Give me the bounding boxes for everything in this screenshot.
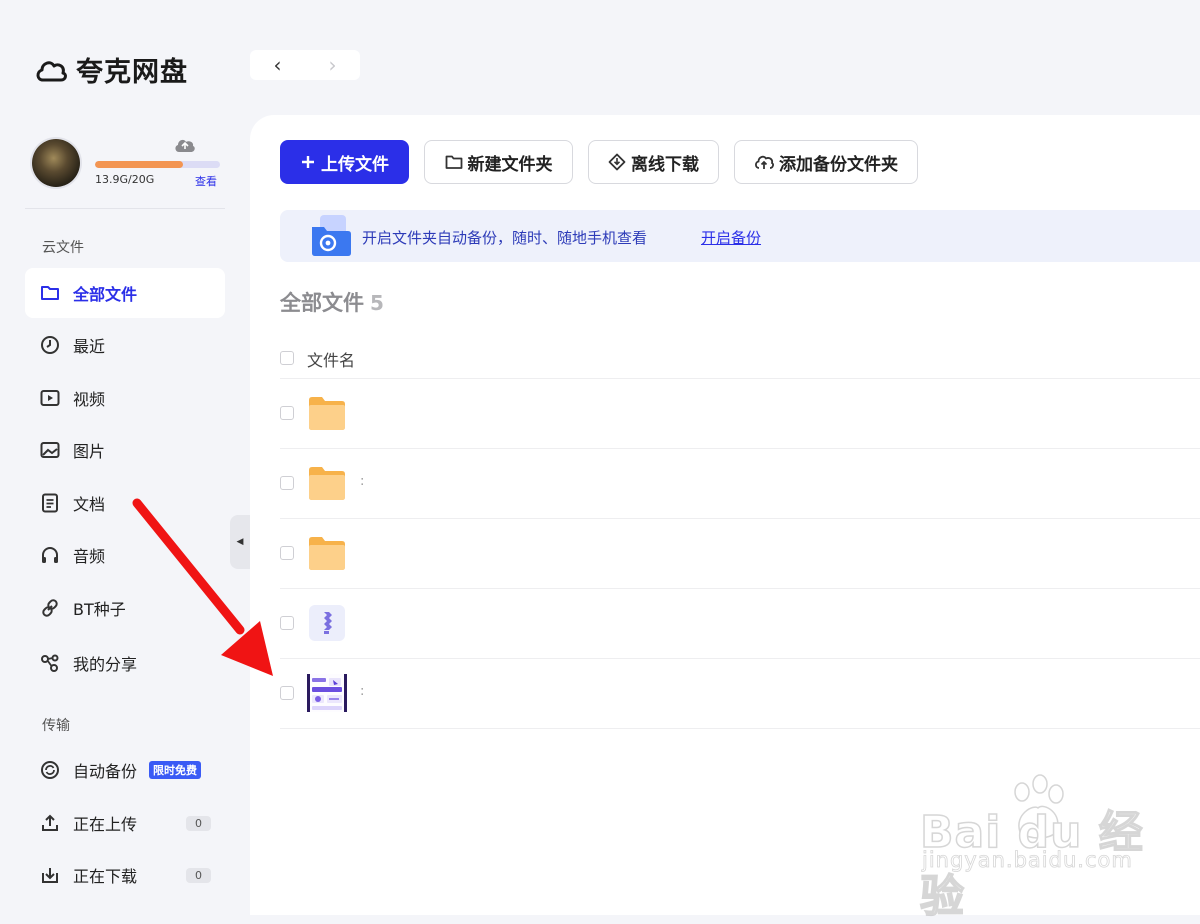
offline-download-button[interactable]: 离线下载 <box>588 140 719 184</box>
banner-text: 开启文件夹自动备份，随时、随地手机查看 <box>362 229 648 247</box>
select-all-checkbox[interactable] <box>280 351 294 365</box>
backup-promo-banner: 开启文件夹自动备份，随时、随地手机查看 开启备份 <box>280 210 1200 262</box>
forward-arrow-icon[interactable]: › <box>305 50 360 80</box>
plus-icon <box>300 154 316 170</box>
page-title: 全部文件 5 <box>280 287 384 317</box>
sidebar-item-label: 正在下载 <box>73 867 138 886</box>
sidebar-item-downloading[interactable]: 正在下载 0 <box>25 850 225 900</box>
document-icon <box>39 492 61 514</box>
user-avatar[interactable] <box>32 139 80 187</box>
sidebar-item-video[interactable]: 视频 <box>25 373 225 423</box>
folder-icon <box>445 154 463 170</box>
headphones-icon <box>39 544 61 566</box>
row-checkbox[interactable] <box>280 476 294 490</box>
sidebar-item-label: BT种子 <box>73 600 126 619</box>
storage-view-link[interactable]: 查看 <box>195 173 217 189</box>
new-folder-button[interactable]: 新建文件夹 <box>424 140 573 184</box>
cloud-upload-icon <box>754 153 774 171</box>
storage-progress-fill <box>95 161 183 168</box>
sidebar-item-recent[interactable]: 最近 <box>25 320 225 370</box>
table-row[interactable]: : <box>280 448 1200 519</box>
share-icon <box>39 652 61 674</box>
upload-icon <box>39 812 61 834</box>
upload-count-badge: 0 <box>186 815 211 831</box>
section-label-cloud: 云文件 <box>42 240 84 256</box>
section-label-transfer: 传输 <box>42 718 70 734</box>
row-checkbox[interactable] <box>280 686 294 700</box>
offline-download-button-label: 离线下载 <box>631 154 699 175</box>
app-logo: 夸克网盘 <box>34 50 188 89</box>
cloud-storage-icon <box>175 139 195 152</box>
add-backup-folder-button[interactable]: 添加备份文件夹 <box>734 140 918 184</box>
sidebar-item-bt[interactable]: BT种子 <box>25 583 225 633</box>
image-icon <box>39 439 61 461</box>
sidebar-item-images[interactable]: 图片 <box>25 425 225 475</box>
table-row[interactable] <box>280 518 1200 589</box>
sidebar-item-label: 音频 <box>73 547 106 566</box>
folder-icon <box>309 397 345 430</box>
file-count: 5 <box>370 291 384 315</box>
app-title: 夸克网盘 <box>76 57 188 88</box>
enable-backup-link[interactable]: 开启备份 <box>701 227 761 248</box>
baidu-jingyan-watermark: Bai du 经验 jingyan.baidu.com <box>919 772 1160 923</box>
sidebar-item-my-shares[interactable]: 我的分享 <box>25 638 225 688</box>
sidebar-item-uploading[interactable]: 正在上传 0 <box>25 798 225 848</box>
download-icon <box>39 864 61 886</box>
table-header: 文件名 <box>280 345 1200 379</box>
sidebar-item-label: 文档 <box>73 495 106 514</box>
column-header-filename[interactable]: 文件名 <box>307 347 355 371</box>
add-backup-folder-button-label: 添加备份文件夹 <box>779 154 898 175</box>
storage-progress-bar <box>95 161 220 168</box>
page-title-text: 全部文件 <box>280 291 364 315</box>
sidebar-item-label: 自动备份 <box>73 762 138 781</box>
folder-icon <box>309 537 345 570</box>
sync-icon <box>39 759 61 781</box>
sidebar-item-label: 最近 <box>73 337 106 356</box>
cloud-logo-icon <box>36 60 67 81</box>
caret-left-icon: ◀ <box>236 537 244 547</box>
row-checkbox[interactable] <box>280 616 294 630</box>
image-thumbnail <box>307 674 347 712</box>
row-checkbox[interactable] <box>280 406 294 420</box>
sidebar-item-documents[interactable]: 文档 <box>25 478 225 528</box>
back-arrow-icon[interactable]: ‹ <box>250 50 305 80</box>
sidebar-divider <box>25 208 225 209</box>
folder-icon <box>39 282 61 304</box>
offline-download-icon <box>608 153 626 171</box>
sidebar-item-all-files[interactable]: 全部文件 <box>25 268 225 318</box>
file-name[interactable]: : <box>360 474 364 489</box>
new-folder-button-label: 新建文件夹 <box>467 154 553 175</box>
sidebar-item-audio[interactable]: 音频 <box>25 530 225 580</box>
file-name[interactable]: : <box>360 684 364 699</box>
video-icon <box>39 387 61 409</box>
table-row[interactable] <box>280 378 1200 449</box>
clock-icon <box>39 334 61 356</box>
link-icon <box>39 597 61 619</box>
sidebar-item-label: 视频 <box>73 390 106 409</box>
folder-icon <box>309 467 345 500</box>
sidebar-collapse-toggle[interactable]: ◀ <box>230 515 250 569</box>
history-nav: ‹ › <box>250 50 360 80</box>
table-row[interactable] <box>280 588 1200 659</box>
download-count-badge: 0 <box>186 867 211 883</box>
sidebar-item-auto-backup[interactable]: 自动备份 限时免费 <box>25 745 225 795</box>
watermark-url-text: jingyan.baidu.com <box>922 848 1133 873</box>
upload-button-label: 上传文件 <box>321 154 389 175</box>
sidebar-item-label: 图片 <box>73 442 106 461</box>
table-row[interactable]: : <box>280 658 1200 729</box>
sidebar-item-label: 全部文件 <box>73 285 138 304</box>
free-badge: 限时免费 <box>149 761 202 779</box>
sidebar-item-label: 我的分享 <box>73 655 138 674</box>
upload-button[interactable]: 上传文件 <box>280 140 409 184</box>
document-file-icon <box>309 605 345 641</box>
sidebar-item-label: 正在上传 <box>73 815 138 834</box>
storage-usage-text: 13.9G/20G <box>95 173 155 186</box>
backup-folder-icon <box>312 215 351 256</box>
row-checkbox[interactable] <box>280 546 294 560</box>
